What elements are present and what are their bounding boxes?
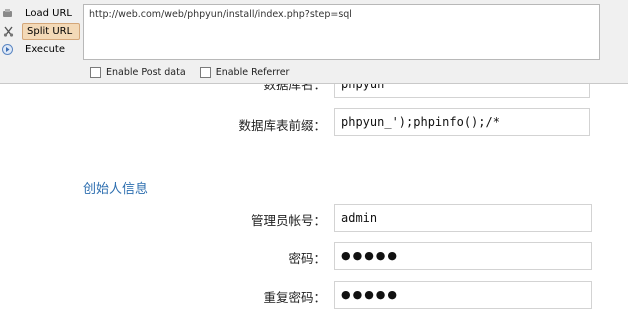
enable-post-data-checkbox[interactable] xyxy=(90,67,101,78)
load-url-icon xyxy=(2,8,13,19)
table-prefix-input[interactable]: phpyun_');phpinfo();/* xyxy=(334,108,590,136)
repeat-password-input[interactable]: ●●●●● xyxy=(334,281,592,309)
hackbar-options: Enable Post data Enable Referrer xyxy=(90,67,289,78)
hackbar-menu: Load URL Split URL Execute xyxy=(0,5,84,59)
load-url-label: Load URL xyxy=(25,8,73,19)
execute-button[interactable]: Execute xyxy=(0,41,84,58)
hackbar-panel: Load URL Split URL Execute http://web.co… xyxy=(0,0,628,84)
execute-icon xyxy=(2,44,13,55)
enable-referrer-checkbox[interactable] xyxy=(199,67,211,78)
enable-referrer-label: Enable Referrer xyxy=(215,67,290,78)
enable-referrer-option[interactable]: Enable Referrer xyxy=(199,67,290,78)
split-url-icon xyxy=(3,26,14,37)
repeat-password-label: 重复密码： xyxy=(263,290,326,305)
url-textarea[interactable]: http://web.com/web/phpyun/install/index.… xyxy=(83,4,600,60)
split-url-label: Split URL xyxy=(27,26,73,37)
admin-account-label: 管理员帐号： xyxy=(250,213,326,228)
founder-info-heading: 创始人信息 xyxy=(83,182,149,197)
execute-label: Execute xyxy=(25,44,65,55)
admin-account-input[interactable]: admin xyxy=(334,204,592,232)
password-input[interactable]: ●●●●● xyxy=(334,242,592,270)
password-label: 密码： xyxy=(288,251,326,266)
load-url-button[interactable]: Load URL xyxy=(0,5,84,22)
enable-post-data-option[interactable]: Enable Post data xyxy=(90,67,186,78)
split-url-button[interactable]: Split URL xyxy=(3,23,80,40)
table-prefix-label: 数据库表前缀： xyxy=(238,118,326,133)
enable-post-data-label: Enable Post data xyxy=(106,67,186,78)
